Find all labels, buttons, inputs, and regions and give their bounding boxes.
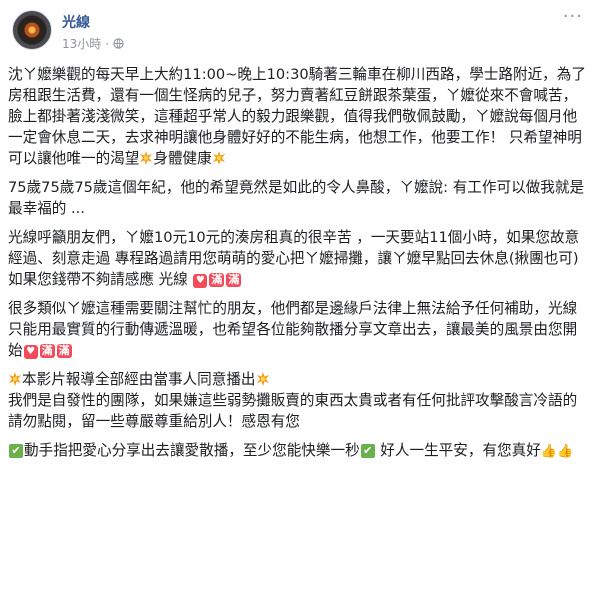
- paragraph-4: 很多類似ㄚ嬤這種需要關注幫忙的朋友，他們都是邊緣戶法律上無法給予任何補助，光線只…: [8, 298, 587, 361]
- paragraph-2: 75歲75歲75歲這個年紀，他的希望竟然是如此的令人鼻酸，ㄚ嬤說: 有工作可以做…: [8, 179, 585, 217]
- paragraph-6: ✔ 動手指把愛心分享出去讓愛散播，至少您能快樂一秒 ✔ 好人一生平安，有您真好👍👍: [8, 440, 587, 462]
- full-badge-icon: 滿: [39, 344, 55, 358]
- full-badge-icon: 滿: [56, 344, 72, 358]
- check-emoji-icon: ✔: [360, 444, 375, 458]
- full-badge-icon: 滿: [226, 273, 242, 287]
- paragraph-1: 沈ㄚ嬤樂觀的每天早上大約11:00~晚上10:30騎著三輪車在柳川西路，學士路附…: [8, 64, 587, 169]
- heart-emoji-icon: ♥: [193, 274, 208, 288]
- burst-emoji-icon: [9, 372, 21, 386]
- post-header: 光線 13小時 · ···: [12, 8, 583, 62]
- p3-text: 光線呼籲朋友們，ㄚ嬤10元10元的湊房租真的很辛苦 ，一天要站11個小時，如果您…: [8, 229, 580, 267]
- page-avatar[interactable]: [12, 10, 52, 50]
- burst-emoji-icon: [256, 372, 269, 386]
- more-options-icon[interactable]: ···: [563, 8, 583, 26]
- p1-health: 身體健康: [153, 150, 212, 167]
- post-timestamp[interactable]: 13小時: [62, 35, 101, 52]
- post-meta: 13小時 ·: [62, 35, 124, 52]
- p5-text: 本影片報導全部經由當事人同意播出: [22, 371, 256, 388]
- p4-text: 很多類似ㄚ嬤這種需要關注幫忙的朋友，他們都是邊緣戶法律上無法給予任何補助，光線只…: [8, 300, 578, 359]
- paragraph-3: 光線呼籲朋友們，ㄚ嬤10元10元的湊房租真的很辛苦 ，一天要站11個小時，如果您…: [8, 227, 587, 290]
- p3-text-2: 如果您錢帶不夠請感應 光線: [8, 271, 188, 288]
- full-badge-icon: 滿: [209, 273, 225, 287]
- heart-emoji-icon: ♥: [23, 345, 38, 359]
- meta-separator: ·: [105, 36, 110, 51]
- p1-text: 沈ㄚ嬤樂觀的每天早上大約11:00~晚上10:30騎著三輪車在柳川西路，學士路附…: [8, 66, 586, 167]
- check-emoji-icon: ✔: [9, 444, 23, 458]
- p6-text-2: 好人一生平安，有您真好: [375, 442, 541, 459]
- clap-emoji-icon: 👍: [557, 444, 574, 459]
- p5-text-2: 我們是自發性的團隊，如果嫌這些弱勢攤販賣的東西太貴或者有任何批評攻擊酸言冷語的請…: [8, 392, 578, 430]
- post-body: 沈ㄚ嬤樂觀的每天早上大約11:00~晚上10:30騎著三輪車在柳川西路，學士路附…: [8, 64, 587, 470]
- p6-text: 動手指把愛心分享出去讓愛散播，至少您能快樂一秒: [24, 442, 360, 459]
- globe-icon[interactable]: [113, 38, 124, 49]
- burst-emoji-icon: [140, 151, 153, 165]
- burst-emoji-icon: [212, 151, 225, 165]
- page-name-link[interactable]: 光線: [62, 12, 90, 32]
- paragraph-5: 本影片報導全部經由當事人同意播出我們是自發性的團隊，如果嫌這些弱勢攤販賣的東西太…: [8, 369, 587, 432]
- clap-emoji-icon: 👍: [540, 444, 558, 459]
